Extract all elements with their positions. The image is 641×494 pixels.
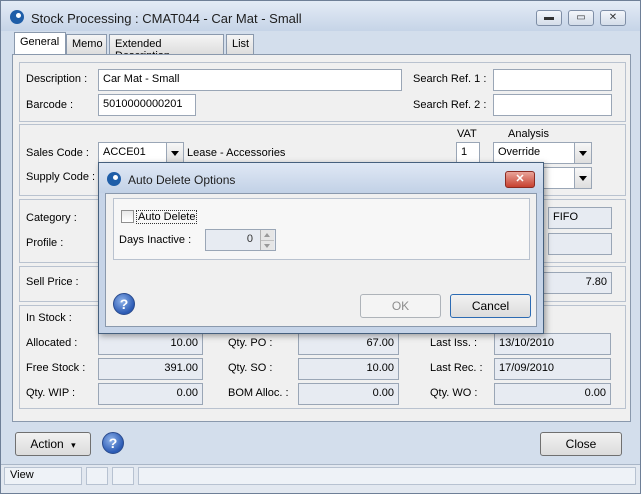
minimize-button[interactable]: ▬	[536, 10, 562, 26]
status-cell	[138, 467, 636, 485]
status-cell	[86, 467, 108, 485]
bom-alloc-field: 0.00	[298, 383, 399, 405]
window-close-button[interactable]: ✕	[600, 10, 626, 26]
auto-delete-label[interactable]: Auto Delete	[136, 210, 198, 224]
profile-extra-field	[548, 233, 612, 255]
sales-vat-field[interactable]: 1	[456, 142, 480, 164]
last-issue-label: Last Iss. :	[430, 337, 478, 349]
description-field[interactable]: Car Mat - Small	[98, 69, 402, 91]
close-button[interactable]: Close	[540, 432, 622, 456]
status-view-label: View	[10, 469, 34, 481]
analysis-header: Analysis	[508, 128, 549, 140]
window-title: Stock Processing : CMAT044 - Car Mat - S…	[31, 11, 302, 26]
dialog-title: Auto Delete Options	[128, 173, 236, 187]
sales-code-description: Lease - Accessories	[187, 147, 286, 159]
free-stock-label: Free Stock :	[26, 362, 86, 374]
tab-extended-description[interactable]: Extended Description	[109, 34, 224, 62]
tab-list[interactable]: List	[226, 34, 254, 55]
vat-header: VAT	[457, 128, 477, 140]
spin-up-icon[interactable]	[261, 230, 274, 240]
chevron-down-icon[interactable]	[574, 143, 591, 163]
qty-so-field: 10.00	[298, 358, 399, 380]
app-logo-icon	[107, 172, 121, 186]
qty-wo-field: 0.00	[494, 383, 611, 405]
sales-code-label: Sales Code :	[26, 147, 89, 159]
search-ref2-field[interactable]	[493, 94, 612, 116]
chevron-down-icon[interactable]	[574, 168, 591, 188]
spin-down-icon[interactable]	[261, 240, 274, 250]
dialog-options-group	[113, 198, 530, 260]
search-ref1-field[interactable]	[493, 69, 612, 91]
bom-alloc-label: BOM Alloc. :	[228, 387, 289, 399]
days-inactive-spinner[interactable]	[260, 230, 274, 250]
in-stock-label: In Stock :	[26, 312, 72, 324]
last-receipt-label: Last Rec. :	[430, 362, 483, 374]
action-button[interactable]: Action ▾	[15, 432, 91, 456]
description-label: Description :	[26, 73, 88, 85]
chevron-down-icon[interactable]	[166, 143, 183, 163]
last-issue-field: 13/10/2010	[494, 333, 611, 355]
qty-wo-label: Qty. WO :	[430, 387, 478, 399]
qty-wip-label: Qty. WIP :	[26, 387, 76, 399]
status-cell	[112, 467, 134, 485]
app-logo-icon	[10, 10, 24, 24]
barcode-field[interactable]: 5010000000201	[98, 94, 196, 116]
search-ref1-label: Search Ref. 1 :	[413, 73, 487, 85]
category-label: Category :	[26, 212, 77, 224]
auto-delete-checkbox[interactable]	[121, 210, 134, 223]
action-label: Action	[30, 437, 64, 451]
dialog-help-icon[interactable]: ?	[113, 293, 135, 315]
sell-price-field[interactable]: 7.80	[543, 272, 612, 294]
free-stock-field: 391.00	[98, 358, 203, 380]
search-ref2-label: Search Ref. 2 :	[413, 99, 487, 111]
qty-po-label: Qty. PO :	[228, 337, 273, 349]
help-icon[interactable]: ?	[102, 432, 124, 454]
sell-price-label: Sell Price :	[26, 276, 79, 288]
supply-code-label: Supply Code :	[26, 171, 96, 183]
last-receipt-field: 17/09/2010	[494, 358, 611, 380]
days-inactive-label: Days Inactive :	[119, 234, 192, 246]
tab-general[interactable]: General	[14, 32, 66, 55]
barcode-label: Barcode :	[26, 99, 74, 111]
cancel-button[interactable]: Cancel	[450, 294, 531, 318]
ok-button[interactable]: OK	[360, 294, 441, 318]
profile-label: Profile :	[26, 237, 64, 249]
allocated-label: Allocated :	[26, 337, 78, 349]
chevron-down-icon: ▾	[71, 440, 76, 450]
costing-method-field: FIFO	[548, 207, 612, 229]
qty-so-label: Qty. SO :	[228, 362, 273, 374]
dialog-close-button[interactable]: ✕	[505, 171, 535, 188]
allocated-field: 10.00	[98, 333, 203, 355]
qty-wip-field: 0.00	[98, 383, 203, 405]
auto-delete-dialog: Auto Delete Options ✕ Auto Delete Days I…	[98, 162, 544, 334]
maximize-button[interactable]: ▭	[568, 10, 594, 26]
qty-po-field: 67.00	[298, 333, 399, 355]
tab-memo[interactable]: Memo	[66, 34, 107, 55]
